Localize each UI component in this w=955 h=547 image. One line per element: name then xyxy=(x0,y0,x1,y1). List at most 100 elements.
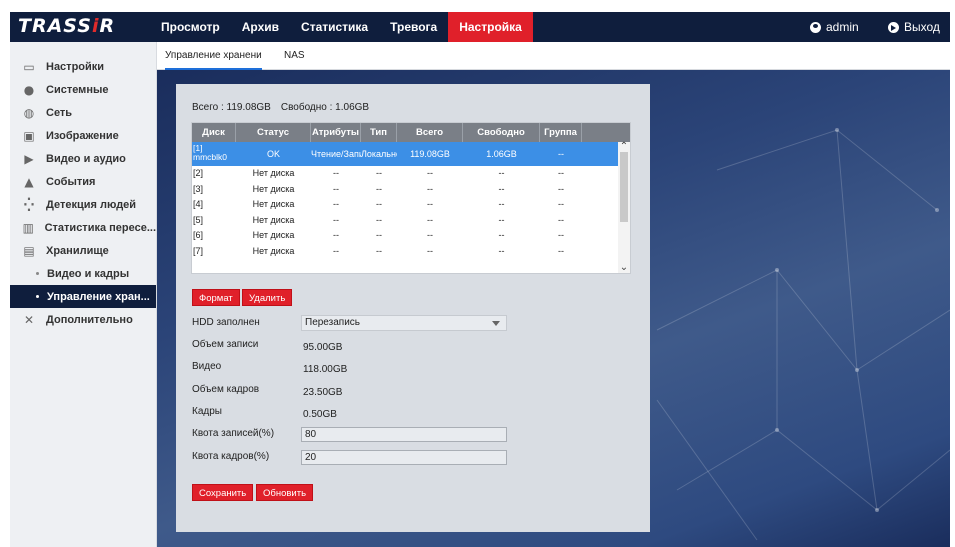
column-header-status[interactable]: Статус xyxy=(236,123,311,142)
format-button[interactable]: Формат xyxy=(192,289,240,306)
scroll-thumb[interactable] xyxy=(620,152,628,222)
cell-type: -- xyxy=(376,230,382,240)
cell-disk: [6] xyxy=(193,230,204,240)
video-icon: ▶ xyxy=(24,151,34,166)
tab-nas[interactable]: NAS xyxy=(284,42,305,70)
trassir-logo: TRASSiR xyxy=(18,15,116,37)
table-header: Диск Статус Атрибуты Тип Всего Свободно … xyxy=(192,123,630,142)
record-quota-label: Квота записей(%) xyxy=(192,428,275,439)
column-header-type[interactable]: Тип xyxy=(361,123,397,142)
nav-view[interactable]: Просмотр xyxy=(150,12,231,42)
table-scrollbar[interactable]: ⌃ ⌄ xyxy=(618,142,630,273)
table-row[interactable]: [6] Нет диска -- -- -- -- -- xyxy=(192,228,630,244)
storage-panel: Всего : 119.08GB Свободно : 1.06GB Диск … xyxy=(176,84,650,532)
sidebar-item-image[interactable]: ▣ Изображение xyxy=(10,124,156,147)
sidebar-item-storage[interactable]: ▤ Хранилище xyxy=(10,239,156,262)
cell-total: -- xyxy=(427,214,433,225)
table-row[interactable]: [1] mmcblk0 OK Чтение/Запись Локально 11… xyxy=(192,142,630,166)
scroll-up-icon[interactable]: ⌃ xyxy=(619,142,629,152)
sidebar-item-label: Дополнительно xyxy=(46,313,133,326)
sidebar-item-label: Изображение xyxy=(46,129,119,142)
nav-statistics[interactable]: Статистика xyxy=(290,12,379,42)
sidebar-item-crossing-stats[interactable]: ▥ Статистика пересе... xyxy=(10,216,156,239)
cell-attributes: Чтение/Запись xyxy=(311,149,361,159)
video-value: 118.00GB xyxy=(303,364,348,375)
sidebar-item-system[interactable]: ● Системные xyxy=(10,78,156,101)
scroll-down-icon[interactable]: ⌄ xyxy=(619,263,629,273)
column-header-total[interactable]: Всего xyxy=(397,123,463,142)
sidebar-item-label: Статистика пересе... xyxy=(44,221,156,234)
sidebar-item-advanced[interactable]: ✕ Дополнительно xyxy=(10,308,156,331)
frames-label: Кадры xyxy=(192,406,222,417)
sidebar-subitem-storage-management[interactable]: Управление хран... xyxy=(10,285,156,308)
frames-quota-label: Квота кадров(%) xyxy=(192,451,270,462)
person-detection-icon: ⁛ xyxy=(23,197,35,212)
nav-alarm[interactable]: Тревога xyxy=(379,12,448,42)
tab-storage-management[interactable]: Управление хранени xyxy=(165,42,262,70)
sidebar-item-label: Сеть xyxy=(46,106,73,119)
frames-volume-value: 23.50GB xyxy=(303,387,343,398)
cell-group: -- xyxy=(558,168,564,178)
refresh-button[interactable]: Обновить xyxy=(256,484,314,501)
table-row[interactable]: [5] Нет диска -- -- -- -- -- xyxy=(192,213,630,229)
cell-free: -- xyxy=(498,214,505,225)
sidebar-item-settings[interactable]: ▭ Настройки xyxy=(10,55,156,78)
monitor-icon: ▭ xyxy=(23,59,35,74)
cell-status: Нет диска xyxy=(252,168,295,178)
sidebar-item-label: Хранилище xyxy=(46,244,109,257)
cell-total: -- xyxy=(427,168,433,178)
cell-attributes: -- xyxy=(333,199,339,209)
bell-icon: ▲ xyxy=(24,174,34,189)
cell-free: 1.06GB xyxy=(486,149,517,159)
logout-label: Выход xyxy=(904,20,940,34)
table-row[interactable]: [7] Нет диска -- -- -- -- -- xyxy=(192,244,630,260)
table-row[interactable]: [4] Нет диска -- -- -- -- -- xyxy=(192,197,630,213)
delete-button[interactable]: Удалить xyxy=(242,289,293,306)
sidebar-item-video-audio[interactable]: ▶ Видео и аудио xyxy=(10,147,156,170)
table-row[interactable]: [2] Нет диска -- -- -- -- -- xyxy=(192,166,630,182)
hdd-full-select[interactable]: Перезапись xyxy=(301,315,507,331)
record-volume-label: Объем записи xyxy=(192,339,259,350)
cell-free: -- xyxy=(498,199,505,209)
column-header-group[interactable]: Группа xyxy=(540,123,582,142)
record-quota-input[interactable]: 80 xyxy=(301,427,507,442)
logout-button[interactable]: Выход xyxy=(888,12,940,42)
table-row[interactable]: [3] Нет диска -- -- -- -- -- xyxy=(192,182,630,198)
cell-total: 119.08GB xyxy=(410,149,450,159)
cell-disk: [2] xyxy=(193,168,204,178)
info-icon: ● xyxy=(23,82,35,97)
chart-icon: ▥ xyxy=(22,220,34,235)
sidebar-subitem-label: Управление хран... xyxy=(47,290,150,303)
cell-attributes: -- xyxy=(333,245,339,256)
sidebar-item-label: События xyxy=(46,175,96,188)
user-icon xyxy=(810,21,821,33)
cell-status: Нет диска xyxy=(252,199,295,209)
sidebar-item-label: Настройки xyxy=(46,60,105,73)
column-header-disk[interactable]: Диск xyxy=(192,123,236,142)
cell-attributes: -- xyxy=(333,230,339,240)
user-menu[interactable]: admin xyxy=(810,12,859,42)
record-volume-value: 95.00GB xyxy=(303,342,343,353)
sidebar-item-label: Видео и аудио xyxy=(46,152,126,165)
cell-group: -- xyxy=(558,245,564,256)
sidebar-item-people-detection[interactable]: ⁛ Детекция людей xyxy=(10,193,156,216)
sidebar-item-network[interactable]: ◍ Сеть xyxy=(10,101,156,124)
cell-type: -- xyxy=(376,183,382,194)
cell-type: -- xyxy=(376,199,382,209)
nav-archive[interactable]: Архив xyxy=(231,12,290,42)
sidebar-item-events[interactable]: ▲ События xyxy=(10,170,156,193)
top-bar: TRASSiR Просмотр Архив Статистика Тревог… xyxy=(10,12,950,42)
cell-status: Нет диска xyxy=(252,230,295,240)
sidebar-item-label: Системные xyxy=(46,83,109,96)
cell-type: -- xyxy=(376,245,382,256)
column-header-attributes[interactable]: Атрибуты xyxy=(311,123,361,142)
nav-settings[interactable]: Настройка xyxy=(448,12,533,42)
frames-quota-input[interactable]: 20 xyxy=(301,450,507,465)
column-header-free[interactable]: Свободно xyxy=(463,123,540,142)
hdd-full-label: HDD заполнен xyxy=(192,317,260,328)
sidebar-subitem-label: Видео и кадры xyxy=(47,267,130,280)
cell-free: -- xyxy=(498,183,505,194)
sidebar-subitem-video-frames[interactable]: Видео и кадры xyxy=(10,262,156,285)
save-button[interactable]: Сохранить xyxy=(192,484,254,501)
